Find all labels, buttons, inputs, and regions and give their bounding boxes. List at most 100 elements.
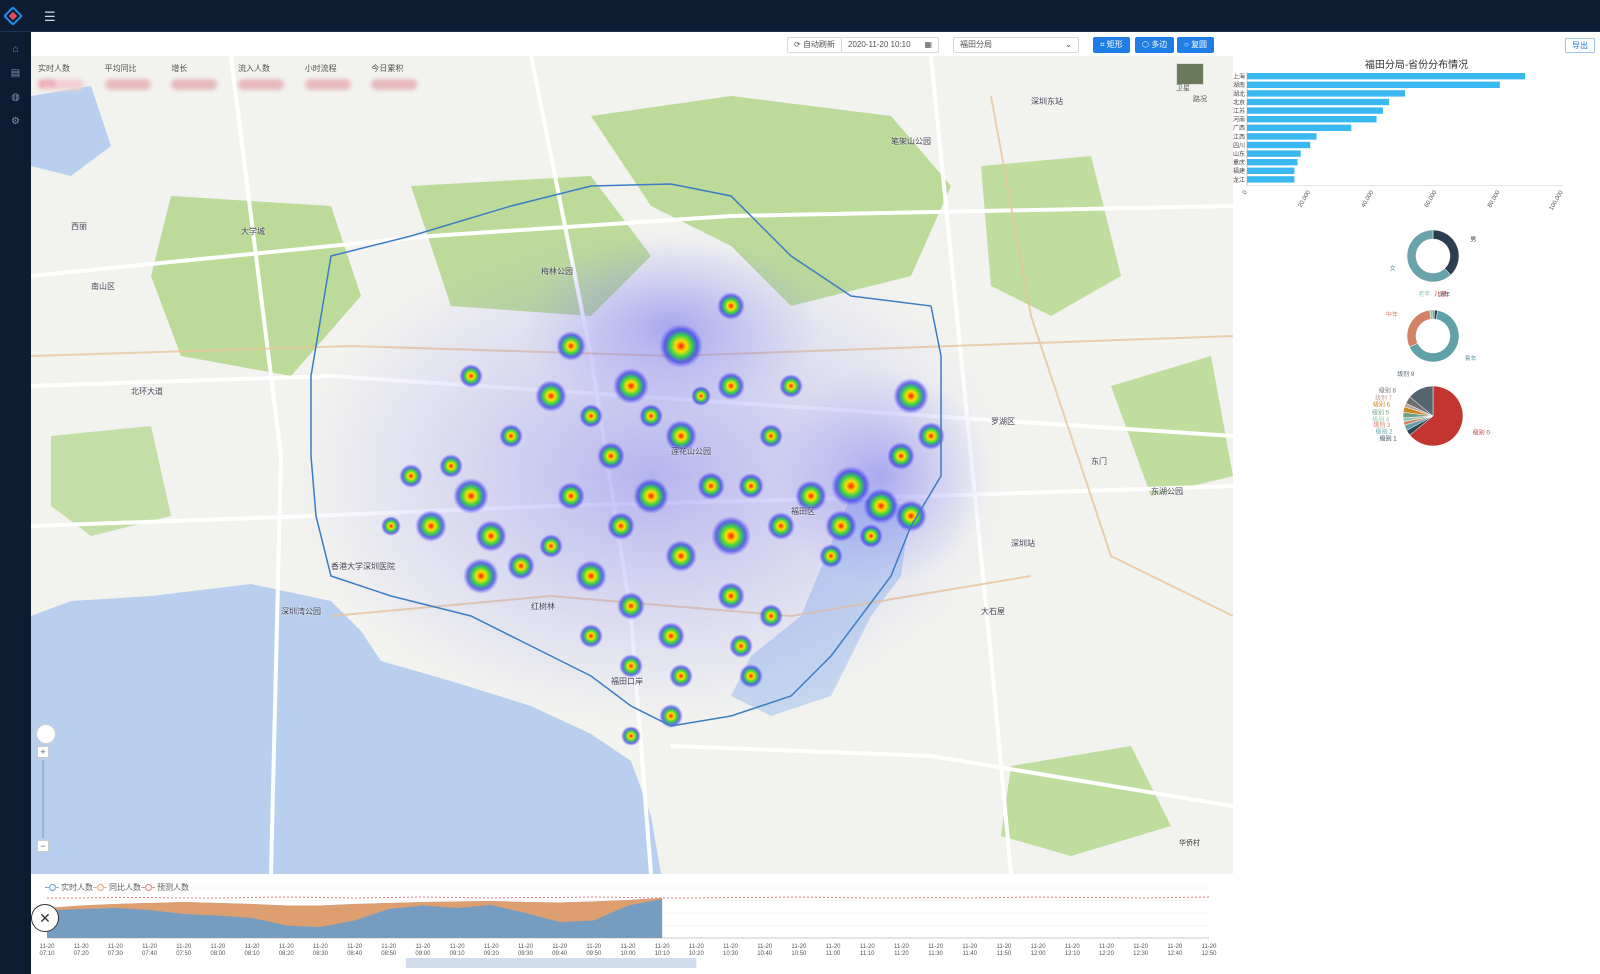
traffic-label: 路况 [1193,96,1207,103]
bar [1247,90,1405,97]
map-label: 大学城 [241,227,265,236]
timeline-tick-time: 07:50 [176,951,192,957]
stat-label: 小时流程 [304,64,337,73]
x-tick-label: 80,000 [1487,189,1502,208]
table-icon[interactable]: ▤ [0,62,31,86]
timeline-tick-time: 09:40 [552,951,568,957]
map-label: 深圳站 [1011,539,1035,548]
map-label: 梅林公园 [541,267,573,276]
zoom-in-button[interactable]: + [37,746,49,758]
globe-icon[interactable]: ◍ [0,86,31,110]
datetime-picker[interactable]: 2020-11-20 10:10 ▦ [841,37,939,53]
timeline-brush[interactable] [405,958,697,968]
timeline-tick-time: 12:20 [1099,951,1115,957]
timeline-tick-time: 07:40 [142,951,158,957]
map-label: 福田区 [791,507,815,516]
x-tick-label: 40,000 [1361,189,1376,208]
timeline-tick-date: 11-20 [1065,944,1081,950]
chevron-down-icon: ⌄ [1065,40,1072,49]
polygon-select-button[interactable]: ⬡ 多边 [1135,37,1175,53]
timeline-tick-time: 10:50 [791,951,807,957]
level-pie-label: 级别 5 [1372,409,1390,417]
gear-icon[interactable]: ⚙ [0,110,31,134]
bar [1247,159,1298,166]
stat-card: 流入人数 [234,60,301,100]
map-label: 南山区 [91,282,115,291]
timeline-tick-time: 08:40 [347,951,363,957]
timeline-tick-time: 08:50 [381,951,397,957]
bar [1247,81,1500,88]
bar [1247,176,1295,183]
timeline-tick-time: 07:10 [39,951,55,957]
bar [1247,141,1311,149]
stat-card: 今日累积 [367,60,434,100]
gender-pie-label: 女 [1390,265,1396,273]
bar [1247,107,1383,114]
stat-card: 小时流程 [301,60,368,100]
timeline-tick-time: 09:00 [415,951,431,957]
stat-value [304,79,351,90]
export-button[interactable]: 导出 [1565,38,1595,53]
menu-icon[interactable]: ☰ [44,9,56,25]
zoom-slider[interactable] [42,760,44,838]
timeline-tick-date: 11-20 [210,944,226,950]
compass-icon[interactable] [36,724,56,744]
timeline-tick-date: 11-20 [996,944,1012,950]
stat-value [238,79,285,90]
stat-label: 增长 [171,64,188,73]
satellite-label: 卫星 [1176,85,1190,92]
scale-label: 华侨村 [1179,840,1200,847]
timeline-tick-date: 11-20 [928,944,944,950]
map-label: 香港大学深圳医院 [331,562,395,571]
right-panel: 导出 福田分局-省份分布情况 上海湖南湖北北京江苏河南广西江西四川山东重庆福建黑… [1233,32,1600,974]
stat-value [371,79,418,90]
auto-refresh-button[interactable]: ⟳ 自动刷新 [787,37,842,53]
forecast-line [47,896,1210,899]
timeline-tick-date: 11-20 [655,944,671,950]
timeline-tick-time: 11:30 [928,951,943,957]
timeline-tick-time: 11:10 [860,951,875,957]
timeline-tick-time: 11:20 [894,951,909,957]
timeline-tick-date: 11-20 [108,944,124,950]
timeline-tick-time: 09:50 [586,951,602,957]
park-green [51,426,171,536]
stat-label: 平均同比 [104,64,137,73]
timeline-tick-time: 08:20 [279,951,295,957]
timeline-tick-date: 11-20 [962,944,978,950]
timeline-tick-time: 12:10 [1065,951,1081,957]
stat-value [171,79,218,90]
map-label: 福田口岸 [611,677,643,686]
circle-label: 复圆 [1191,40,1208,49]
district-select[interactable]: 福田分局 ⌄ [953,37,1079,53]
rect-select-button[interactable]: ⌗ 矩形 [1093,37,1130,53]
timeline-tick-date: 11-20 [347,944,363,950]
level-pie-label: 级别 9 [1397,370,1415,378]
close-timeline-icon[interactable]: ✕ [31,904,59,932]
bar-category-label: 江苏 [1233,107,1245,115]
timeline-tick-date: 11-20 [74,944,90,950]
home-icon[interactable]: ⌂ [0,38,31,62]
age-pie-slice [1406,309,1432,348]
gender-pie-label: 男 [1470,236,1476,243]
x-tick-label: 20,000 [1298,189,1313,208]
timeline-tick-time: 10:30 [723,951,739,957]
zoom-out-button[interactable]: − [37,840,49,852]
diamond-logo-icon[interactable] [4,7,22,25]
bar [1247,73,1526,80]
level-pie-label: 级别 0 [1473,429,1491,437]
timeline-chart[interactable]: 11-2007:1011-2007:2011-2007:3011-2007:40… [31,874,1233,974]
bar-category-label: 江西 [1233,134,1245,141]
timeline-tick-time: 10:10 [655,951,671,957]
x-tick-label: 60,000 [1424,189,1439,208]
bar [1247,133,1317,140]
age-pie-label: 老年 [1418,290,1430,298]
heatmap-map[interactable]: 大学城 西丽 南山区 北环大道 深圳湾公园 梅林公园 深圳东站 莲花山公园 福田区 罗湖区 香港大学… [31,56,1233,874]
timeline-tick-date: 11-20 [791,944,807,950]
map-label: 东湖公园 [1151,487,1183,496]
circle-select-button[interactable]: ○ 复圆 [1177,37,1215,53]
map-toolbar: ⟳ 自动刷新 2020-11-20 10:10 ▦ 福田分局 ⌄ ⌗ 矩形 ⬡ 多边… [31,32,1233,56]
satellite-layer-thumbnail[interactable] [1176,63,1204,85]
timeline-tick-time: 09:10 [450,951,466,957]
timeline-tick-date: 11-20 [586,944,602,950]
bar-category-label: 广西 [1233,124,1245,132]
